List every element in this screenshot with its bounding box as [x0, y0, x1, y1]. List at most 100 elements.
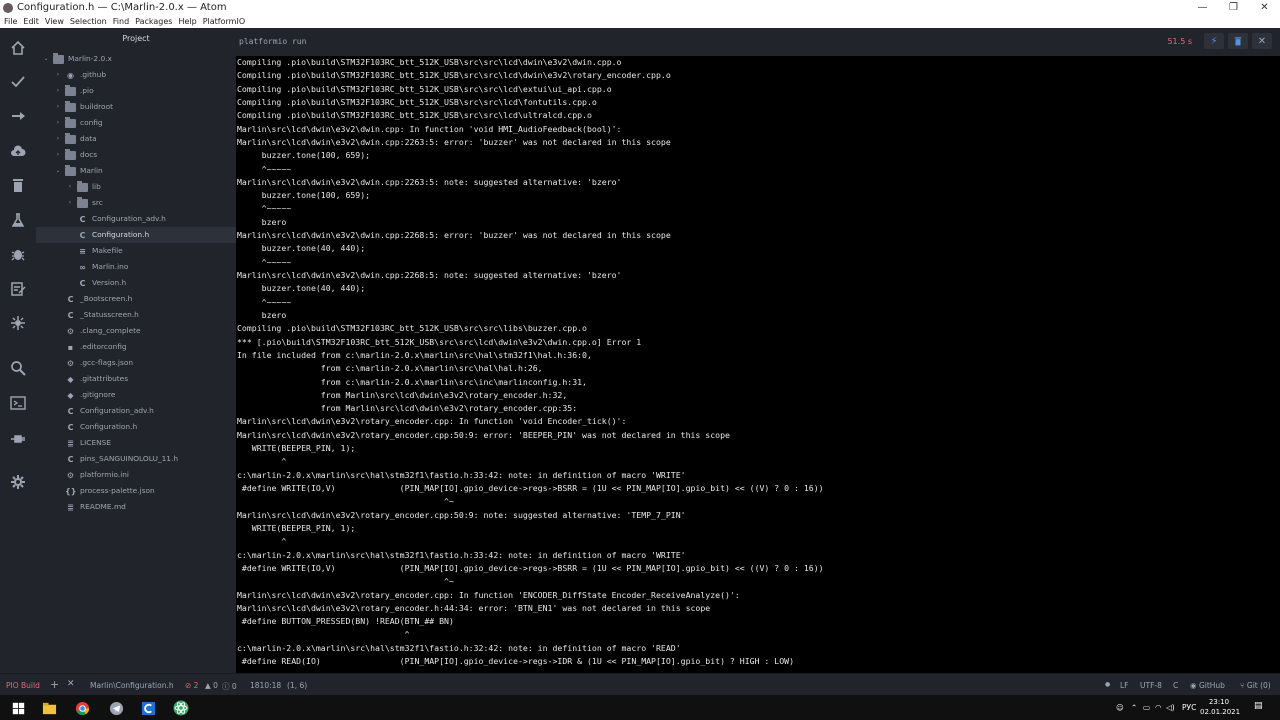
- person-icon[interactable]: ☺: [1116, 703, 1124, 712]
- terminal-line: ^~~~~~: [237, 163, 292, 174]
- windows-start-icon[interactable]: [8, 698, 28, 718]
- tree-item[interactable]: ⚙ .clang_complete: [36, 323, 236, 339]
- chevron-right-icon[interactable]: ›: [66, 179, 74, 195]
- tree-item[interactable]: C Configuration.h: [36, 227, 236, 243]
- menu-selection[interactable]: Selection: [67, 17, 110, 26]
- tree-item[interactable]: C Configuration_adv.h: [36, 211, 236, 228]
- tree-item[interactable]: › .pio: [36, 83, 236, 99]
- terminal-timer: 51.5 s: [1167, 37, 1192, 46]
- warning-count[interactable]: ▲ 0: [205, 681, 218, 690]
- cloud-upload-icon[interactable]: [9, 142, 27, 160]
- cura-icon[interactable]: [138, 698, 158, 718]
- tree-item[interactable]: C _Statusscreen.h: [36, 307, 236, 323]
- search-icon[interactable]: [9, 359, 27, 377]
- tree-item[interactable]: › ◉ .github: [36, 67, 236, 83]
- cursor-position[interactable]: 1810:18: [250, 681, 281, 690]
- tree-item[interactable]: {} process-palette.json: [36, 483, 236, 499]
- tree-item[interactable]: C Version.h: [36, 275, 236, 291]
- github-button[interactable]: ◉ GitHub: [1190, 681, 1225, 690]
- file-explorer-icon[interactable]: [39, 698, 59, 718]
- close-terminal-button[interactable]: ✕: [67, 679, 75, 689]
- chevron-right-icon[interactable]: ›: [54, 147, 62, 163]
- trash-icon[interactable]: [1228, 33, 1248, 49]
- tree-item[interactable]: ◆ .gitignore: [36, 387, 236, 403]
- atom-app-icon[interactable]: [171, 698, 191, 718]
- menu-file[interactable]: File: [0, 17, 20, 26]
- tree-item[interactable]: ▪ .editorconfig: [36, 339, 236, 355]
- notifications-icon[interactable]: ▤: [1254, 701, 1263, 711]
- tree-item[interactable]: Cpins_SANGUINOLOLU_11.h: [36, 451, 236, 467]
- pio-build-tab[interactable]: PIO Build: [6, 681, 40, 690]
- chevron-right-icon[interactable]: ›: [54, 131, 62, 147]
- tree-item[interactable]: › buildroot: [36, 99, 236, 115]
- tree-item[interactable]: C Configuration.h: [36, 419, 236, 435]
- git-button[interactable]: ⑂ Git (0): [1240, 681, 1271, 690]
- info-count[interactable]: ⓘ 0: [222, 681, 237, 692]
- gear-icon[interactable]: [9, 473, 27, 491]
- tree-item[interactable]: › config: [36, 115, 236, 131]
- chevron-up-icon[interactable]: ⌃: [1131, 703, 1137, 712]
- chevron-right-icon[interactable]: ›: [54, 83, 62, 99]
- tree-item[interactable]: ⌄ Marlin-2.0.x: [36, 51, 236, 67]
- lightning-icon[interactable]: ⚡: [1204, 33, 1224, 49]
- check-icon[interactable]: [9, 73, 27, 91]
- tree-item[interactable]: › data: [36, 131, 236, 147]
- tree-item[interactable]: C _Bootscreen.h: [36, 291, 236, 307]
- tree-item[interactable]: ≣ README.md: [36, 499, 236, 515]
- tree-item[interactable]: ≣ LICENSE: [36, 435, 236, 451]
- volume-icon[interactable]: ◁): [1166, 703, 1175, 712]
- chevron-down-icon[interactable]: ⌄: [54, 163, 62, 179]
- tree-item[interactable]: ◆ .gitattributes: [36, 371, 236, 387]
- telegram-icon[interactable]: [106, 698, 126, 718]
- chevron-right-icon[interactable]: ›: [54, 115, 62, 131]
- network-icon[interactable]: ▭: [1143, 703, 1150, 712]
- encoding[interactable]: UTF-8: [1140, 681, 1162, 690]
- maximize-button[interactable]: ❐: [1218, 2, 1249, 13]
- close-window-button[interactable]: ✕: [1249, 2, 1280, 13]
- tree-item[interactable]: ⚙ .gcc-flags.json: [36, 355, 236, 371]
- chrome-icon[interactable]: [72, 698, 92, 718]
- selection-count[interactable]: (1, 6): [287, 681, 307, 690]
- system-clock[interactable]: 23:10 02.01.2021: [1200, 697, 1240, 717]
- plug-icon[interactable]: [9, 314, 27, 332]
- add-terminal-button[interactable]: +: [50, 678, 59, 691]
- tree-item[interactable]: › lib: [36, 179, 236, 195]
- home-icon[interactable]: [9, 39, 27, 57]
- chevron-right-icon[interactable]: ›: [54, 67, 62, 83]
- menu-view[interactable]: View: [42, 17, 67, 26]
- minimize-button[interactable]: —: [1187, 2, 1218, 13]
- menu-find[interactable]: Find: [110, 17, 132, 26]
- tree-item[interactable]: › src: [36, 195, 236, 211]
- bug-icon[interactable]: [9, 245, 27, 263]
- line-ending[interactable]: LF: [1120, 681, 1129, 690]
- folder-icon: [77, 181, 88, 192]
- tree-item[interactable]: C Configuration_adv.h: [36, 403, 236, 419]
- language-indicator[interactable]: РУС: [1182, 703, 1196, 712]
- tree-item[interactable]: ⌄ Marlin: [36, 163, 236, 179]
- chevron-right-icon[interactable]: ›: [66, 195, 74, 211]
- tree-item[interactable]: ⚙ platformio.ini: [36, 467, 236, 483]
- tree-item[interactable]: ∞ Marlin.ino: [36, 259, 236, 275]
- status-file-path[interactable]: Marlin\Configuration.h: [90, 681, 174, 690]
- terminal-line: *** [.pio\build\STM32F103RC_btt_512K_USB…: [237, 336, 642, 347]
- flask-icon[interactable]: [9, 211, 27, 229]
- checklist-icon[interactable]: [9, 280, 27, 298]
- close-icon[interactable]: ✕: [1252, 33, 1272, 49]
- chevron-right-icon[interactable]: ›: [54, 99, 62, 115]
- trash-icon[interactable]: [9, 176, 27, 194]
- menu-edit[interactable]: Edit: [20, 17, 42, 26]
- menu-help[interactable]: Help: [175, 17, 199, 26]
- menu-platformio[interactable]: PlatformIO: [200, 17, 248, 26]
- arrow-right-icon[interactable]: [9, 107, 27, 125]
- chevron-down-icon[interactable]: ⌄: [42, 51, 50, 67]
- tree-item[interactable]: › docs: [36, 147, 236, 163]
- menu-packages[interactable]: Packages: [132, 17, 175, 26]
- folder-icon: [77, 197, 88, 208]
- tree-item[interactable]: ≡ Makefile: [36, 243, 236, 259]
- plug-icon[interactable]: [9, 429, 27, 447]
- terminal-icon[interactable]: [9, 394, 27, 412]
- grammar[interactable]: C: [1173, 681, 1178, 690]
- error-count[interactable]: ⊘ 2: [185, 681, 198, 690]
- github-file-icon: ◉: [67, 71, 74, 80]
- wifi-icon[interactable]: ◠: [1155, 703, 1162, 712]
